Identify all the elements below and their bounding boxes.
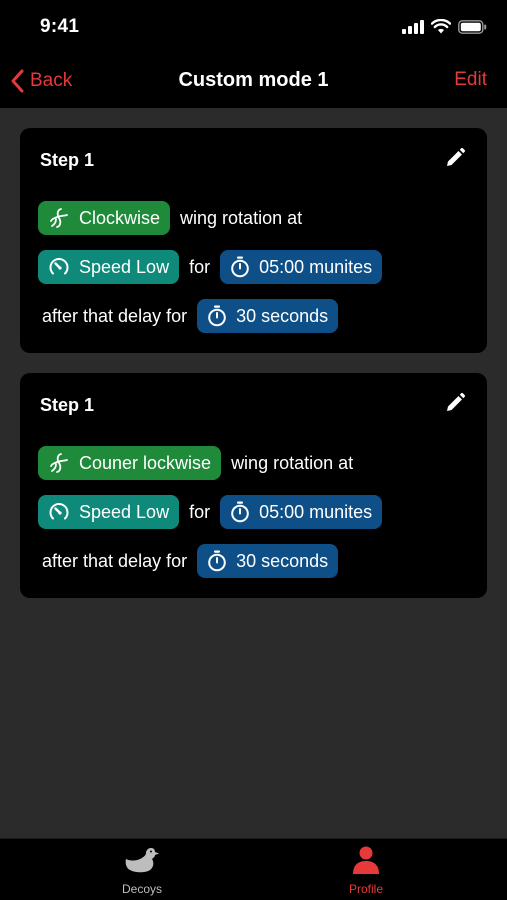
status-time: 9:41	[40, 16, 80, 37]
duration-chip[interactable]: 05:00 munites	[220, 250, 383, 284]
delay-chip[interactable]: 30 seconds	[197, 299, 339, 333]
cellular-signal-icon	[402, 19, 424, 34]
speed-row: Speed Low for 05:00 munites	[38, 495, 383, 529]
person-icon	[353, 846, 379, 874]
step-card: Step 1 Clockwise wing rotation at Speed …	[20, 128, 487, 353]
tab-label: Decoys	[121, 882, 162, 896]
rotation-text: wing rotation at	[180, 207, 303, 228]
pencil-icon[interactable]	[443, 146, 467, 170]
stopwatch-icon	[208, 305, 226, 327]
tab-profile[interactable]: Profile	[306, 845, 426, 896]
rotation-icon	[50, 453, 68, 473]
rotation-row: Couner lockwise wing rotation at	[38, 446, 363, 480]
top-bar: 9:41 Back Custom mode 1 Edit	[0, 0, 507, 108]
stopwatch-icon	[231, 501, 249, 523]
rotation-chip[interactable]: Clockwise	[38, 201, 171, 235]
for-text: for	[189, 501, 211, 522]
stopwatch-icon	[208, 550, 226, 572]
rotation-row: Clockwise wing rotation at	[38, 201, 312, 235]
speedometer-icon	[49, 503, 69, 520]
nav-bar: Back Custom mode 1 Edit	[0, 54, 507, 108]
speed-row: Speed Low for 05:00 munites	[38, 250, 383, 284]
stopwatch-icon	[231, 256, 249, 278]
duration-label: 05:00 munites	[259, 501, 373, 522]
speed-label: Speed Low	[79, 256, 170, 277]
steps-list: Step 1 Clockwise wing rotation at Speed …	[0, 108, 507, 838]
delay-row: after that delay for 30 seconds	[38, 544, 339, 578]
delay-label: 30 seconds	[236, 305, 329, 326]
duration-chip[interactable]: 05:00 munites	[220, 495, 383, 529]
wifi-icon	[431, 19, 451, 34]
step-title: Step 1	[40, 395, 95, 415]
step-card: Step 1 Couner lockwise wing rotation at	[20, 373, 487, 598]
rotation-icon	[50, 208, 68, 228]
rotation-text: wing rotation at	[231, 452, 354, 473]
battery-icon	[458, 19, 487, 34]
step-title: Step 1	[40, 150, 95, 170]
speedometer-icon	[49, 258, 69, 275]
rotation-chip[interactable]: Couner lockwise	[38, 446, 222, 480]
pencil-icon[interactable]	[443, 391, 467, 415]
delay-text: after that delay for	[42, 305, 188, 326]
duration-label: 05:00 munites	[259, 256, 373, 277]
edit-button[interactable]: Edit	[454, 69, 487, 91]
rotation-label: Clockwise	[79, 207, 161, 228]
speed-chip[interactable]: Speed Low	[38, 495, 180, 529]
tab-decoys[interactable]: Decoys	[82, 845, 202, 896]
for-text: for	[189, 256, 211, 277]
speed-chip[interactable]: Speed Low	[38, 250, 180, 284]
delay-text: after that delay for	[42, 550, 188, 571]
tab-bar: Decoys Profile	[0, 838, 507, 900]
delay-row: after that delay for 30 seconds	[38, 299, 339, 333]
page-title: Custom mode 1	[178, 69, 329, 91]
delay-chip[interactable]: 30 seconds	[197, 544, 339, 578]
rotation-label: Couner lockwise	[79, 452, 212, 473]
status-icons	[402, 19, 487, 34]
status-bar: 9:41	[0, 0, 507, 54]
speed-label: Speed Low	[79, 501, 170, 522]
tab-label: Profile	[348, 882, 383, 896]
duck-icon	[125, 848, 159, 873]
delay-label: 30 seconds	[236, 550, 329, 571]
